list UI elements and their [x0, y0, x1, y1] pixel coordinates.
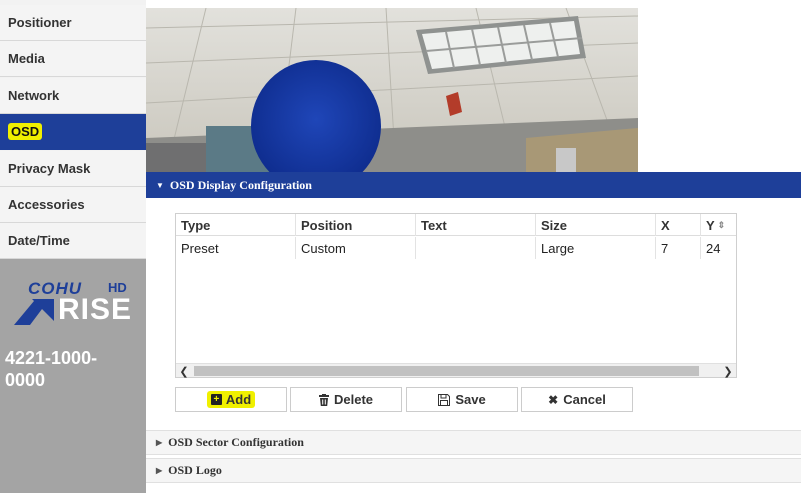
column-header-label: Text [421, 217, 447, 233]
camera-scene-image [146, 8, 638, 172]
sort-icon: ⇕ [717, 219, 726, 230]
section-header-osd-logo[interactable]: ▶ OSD Logo [146, 458, 801, 483]
osd-table: Type Position Text Size X Y ⇕ Preset Cust… [175, 213, 737, 378]
sidebar-item-label: Date/Time [8, 233, 70, 248]
x-icon: ✖ [548, 392, 559, 407]
sidebar-item-privacy-mask[interactable]: Privacy Mask [0, 151, 146, 187]
camera-live-view[interactable] [146, 8, 638, 172]
cell-x: 7 [656, 237, 701, 259]
sidebar: Positioner Media Network OSD Privacy Mas… [0, 0, 146, 493]
horizontal-scrollbar[interactable]: ❮ ❯ [176, 363, 736, 378]
section-header-osd-sector[interactable]: ▶ OSD Sector Configuration [146, 430, 801, 455]
cell-text [416, 237, 536, 259]
cohu-rise-logo: COHU HD RISE [8, 279, 132, 329]
column-header-x[interactable]: X [656, 214, 701, 236]
sidebar-item-osd[interactable]: OSD [0, 114, 146, 150]
section-title: OSD Sector Configuration [168, 435, 304, 449]
caret-down-icon: ▼ [156, 180, 164, 190]
delete-button[interactable]: Delete [290, 387, 402, 412]
section-title: OSD Display Configuration [169, 177, 312, 192]
column-header-type[interactable]: Type [176, 214, 296, 236]
column-header-label: Size [541, 217, 568, 233]
model-number: 4221-1000-0000 [5, 348, 98, 390]
column-header-label: Y [706, 217, 715, 233]
caret-right-icon: ▶ [156, 438, 163, 447]
sidebar-item-label: Media [8, 51, 45, 66]
cell-y: 24 [706, 240, 721, 256]
cancel-button[interactable]: ✖ Cancel [521, 387, 633, 412]
sidebar-item-label: OSD [8, 123, 43, 140]
cancel-button-label: Cancel [563, 392, 606, 407]
column-header-label: X [661, 217, 670, 233]
sidebar-item-media[interactable]: Media [0, 41, 146, 77]
column-header-label: Type [181, 217, 211, 233]
sidebar-item-positioner[interactable]: Positioner [0, 5, 146, 41]
column-header-text[interactable]: Text [416, 214, 536, 236]
section-header-osd-display[interactable]: ▼ OSD Display Configuration [146, 172, 801, 198]
table-row[interactable]: Preset Custom Large 7 24 [176, 237, 736, 259]
save-button[interactable]: Save [406, 387, 518, 412]
logo-arrow-icon [14, 299, 54, 325]
scroll-right-icon[interactable]: ❯ [720, 364, 736, 378]
add-button-highlight: + Add [206, 391, 256, 408]
cell-position: Custom [296, 237, 416, 259]
column-header-position[interactable]: Position [296, 214, 416, 236]
sidebar-item-label: Positioner [8, 15, 72, 30]
cell-type: Preset [176, 237, 296, 259]
column-header-size[interactable]: Size [536, 214, 656, 236]
sidebar-item-label: Network [8, 88, 60, 103]
add-button-label: Add [225, 392, 252, 407]
add-button[interactable]: + Add [175, 387, 287, 412]
brand-panel: COHU HD RISE 4221-1000-0000 [0, 259, 146, 493]
column-header-y[interactable]: Y ⇕ [701, 214, 736, 236]
save-button-label: Save [455, 392, 486, 407]
sidebar-item-network[interactable]: Network [0, 78, 146, 114]
scroll-left-icon[interactable]: ❮ [176, 364, 192, 378]
floppy-disk-icon [438, 393, 451, 406]
plus-square-icon: + [210, 394, 222, 405]
sidebar-item-date-time[interactable]: Date/Time [0, 223, 146, 259]
sidebar-item-label: Accessories [8, 197, 85, 212]
sidebar-item-accessories[interactable]: Accessories [0, 187, 146, 223]
column-header-label: Position [301, 217, 353, 233]
trash-icon [318, 393, 329, 406]
logo-rise-text: RISE [58, 293, 133, 326]
delete-button-label: Delete [333, 392, 374, 407]
scrollbar-thumb[interactable] [194, 366, 699, 376]
caret-right-icon: ▶ [156, 466, 163, 475]
table-header-row: Type Position Text Size X Y ⇕ [176, 214, 736, 236]
cell-size: Large [536, 237, 656, 259]
section-title: OSD Logo [168, 463, 222, 477]
sidebar-item-label: Privacy Mask [8, 161, 91, 176]
